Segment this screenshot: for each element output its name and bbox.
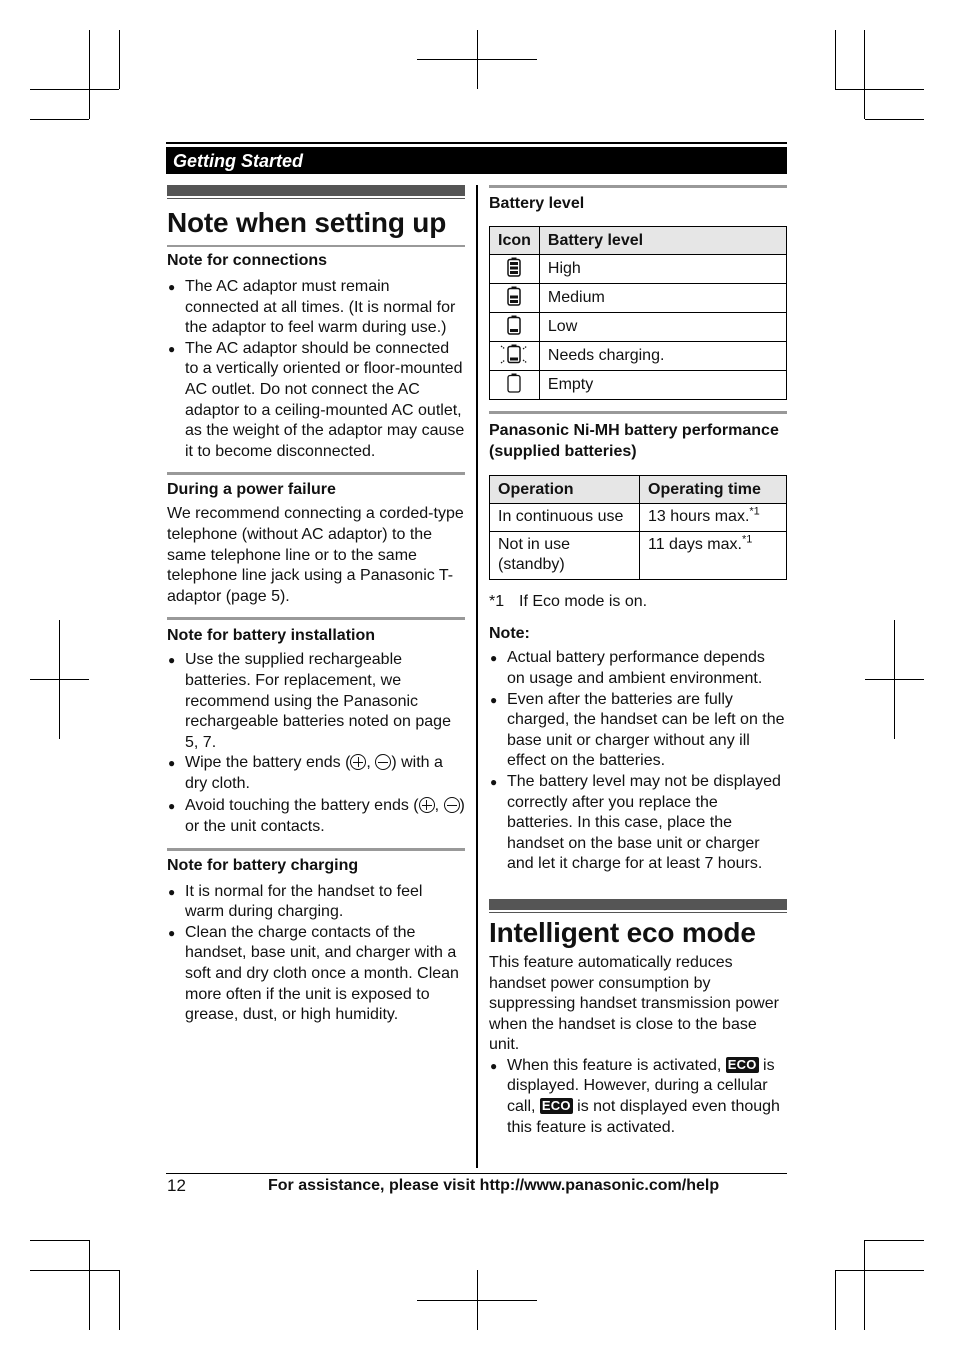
bullet-icon: ● bbox=[490, 774, 498, 789]
list-item: ● Clean the charge contacts of the handse… bbox=[168, 923, 459, 1024]
bullet-icon: ● bbox=[168, 884, 176, 899]
plus-terminal-icon bbox=[418, 797, 435, 814]
left-column: Note when setting up Note for connection… bbox=[167, 185, 465, 1026]
bullet-icon: ● bbox=[168, 653, 176, 668]
bullet-icon: ● bbox=[490, 692, 498, 707]
bullet-icon: ● bbox=[168, 341, 176, 356]
battery-level-table: Icon Battery level High Medium Low Needs… bbox=[489, 226, 788, 400]
section-title: Getting Started bbox=[173, 151, 304, 171]
power-failure-heading: During a power failure bbox=[167, 481, 336, 499]
battery-low-icon bbox=[507, 315, 522, 335]
performance-heading: Panasonic Ni-MH battery performance (sup… bbox=[489, 422, 779, 460]
table-header-row: Operation Operating time bbox=[489, 475, 787, 504]
bullet-icon: ● bbox=[490, 1058, 498, 1073]
column-divider bbox=[476, 185, 478, 1168]
performance-table: Operation Operating time In continuous u… bbox=[489, 475, 787, 580]
power-failure-text: We recommend connecting a corded-type te… bbox=[167, 505, 464, 605]
list-item: ● Use the supplied rechargeable batteries… bbox=[168, 651, 451, 751]
footer-rule bbox=[166, 1173, 787, 1174]
section-bar bbox=[489, 898, 787, 910]
eco-mode-text: This feature automatically reduces hands… bbox=[489, 953, 779, 1054]
list-item: ● When this feature is activated, ECO is … bbox=[490, 1056, 780, 1136]
connections-section: Note for connections ● The AC adaptor mus… bbox=[167, 251, 465, 462]
footnote: *1 If Eco mode is on. bbox=[489, 592, 648, 610]
list-item: ● The AC adaptor should be connected to a… bbox=[168, 339, 465, 460]
plus-terminal-icon bbox=[350, 754, 367, 771]
page-title: Note when setting up bbox=[167, 207, 447, 238]
column-header: Icon bbox=[489, 226, 540, 255]
battery-charging-section: Note for battery charging ● It is normal … bbox=[167, 856, 465, 1026]
column-header: Battery level bbox=[538, 226, 788, 255]
list-item: ● The AC adaptor must remain connected at… bbox=[168, 278, 456, 337]
battery-needs-charging-icon bbox=[501, 344, 528, 363]
bullet-icon: ● bbox=[168, 756, 176, 771]
battery-high-icon bbox=[507, 257, 522, 277]
eco-mode-title: Intelligent eco mode bbox=[489, 916, 756, 948]
table-row: In continuous use 13 hours max.*1 bbox=[489, 503, 787, 532]
minus-terminal-icon bbox=[443, 797, 460, 814]
battery-charging-heading: Note for battery charging bbox=[167, 856, 359, 874]
list-item: ● Avoid touching the battery ends (, ) or… bbox=[168, 797, 465, 836]
table-header-row: Icon Battery level bbox=[489, 226, 788, 255]
list-item: ● The battery level may not be displayed … bbox=[490, 772, 781, 873]
list-item: ● Actual battery performance depends on u… bbox=[490, 649, 765, 687]
list-item: ● It is normal for the handset to feel wa… bbox=[168, 882, 423, 921]
table-row: Not in use (standby) 11 days max.*1 bbox=[489, 530, 787, 580]
list-item: ● Even after the batteries are fully char… bbox=[490, 690, 785, 770]
battery-medium-icon bbox=[507, 286, 522, 306]
table-row: High bbox=[489, 254, 788, 284]
minus-terminal-icon bbox=[375, 754, 392, 771]
power-failure-section: During a power failure We recommend conn… bbox=[167, 480, 465, 607]
bullet-icon: ● bbox=[168, 799, 176, 814]
bullet-icon: ● bbox=[168, 280, 176, 294]
column-header: Operating time bbox=[639, 475, 787, 504]
table-row: Needs charging. bbox=[489, 341, 788, 371]
battery-empty-icon bbox=[507, 373, 522, 393]
battery-installation-section: Note for battery installation ● Use the s… bbox=[167, 626, 465, 837]
eco-badge-icon: ECO bbox=[539, 1098, 573, 1115]
section-header: Getting Started bbox=[166, 142, 787, 174]
bullet-icon: ● bbox=[490, 651, 498, 666]
bullet-icon: ● bbox=[168, 925, 176, 940]
table-row: Low bbox=[489, 312, 788, 342]
right-column: Battery level Icon Battery level High Me… bbox=[489, 185, 788, 1138]
battery-installation-heading: Note for battery installation bbox=[167, 627, 376, 645]
list-item: ● Wipe the battery ends (, ) with a dry c… bbox=[168, 754, 443, 792]
table-row: Medium bbox=[489, 283, 788, 313]
column-header: Operation bbox=[489, 475, 640, 504]
section-bar bbox=[167, 185, 465, 196]
note-heading: Note: bbox=[489, 625, 530, 643]
connections-heading: Note for connections bbox=[167, 252, 328, 269]
page-number: 12 bbox=[167, 1176, 186, 1195]
eco-badge-icon: ECO bbox=[725, 1056, 759, 1073]
battery-level-heading: Battery level bbox=[489, 195, 585, 212]
table-row: Empty bbox=[489, 370, 788, 400]
footer-help-text: For assistance, please visit http://www.… bbox=[268, 1177, 720, 1194]
